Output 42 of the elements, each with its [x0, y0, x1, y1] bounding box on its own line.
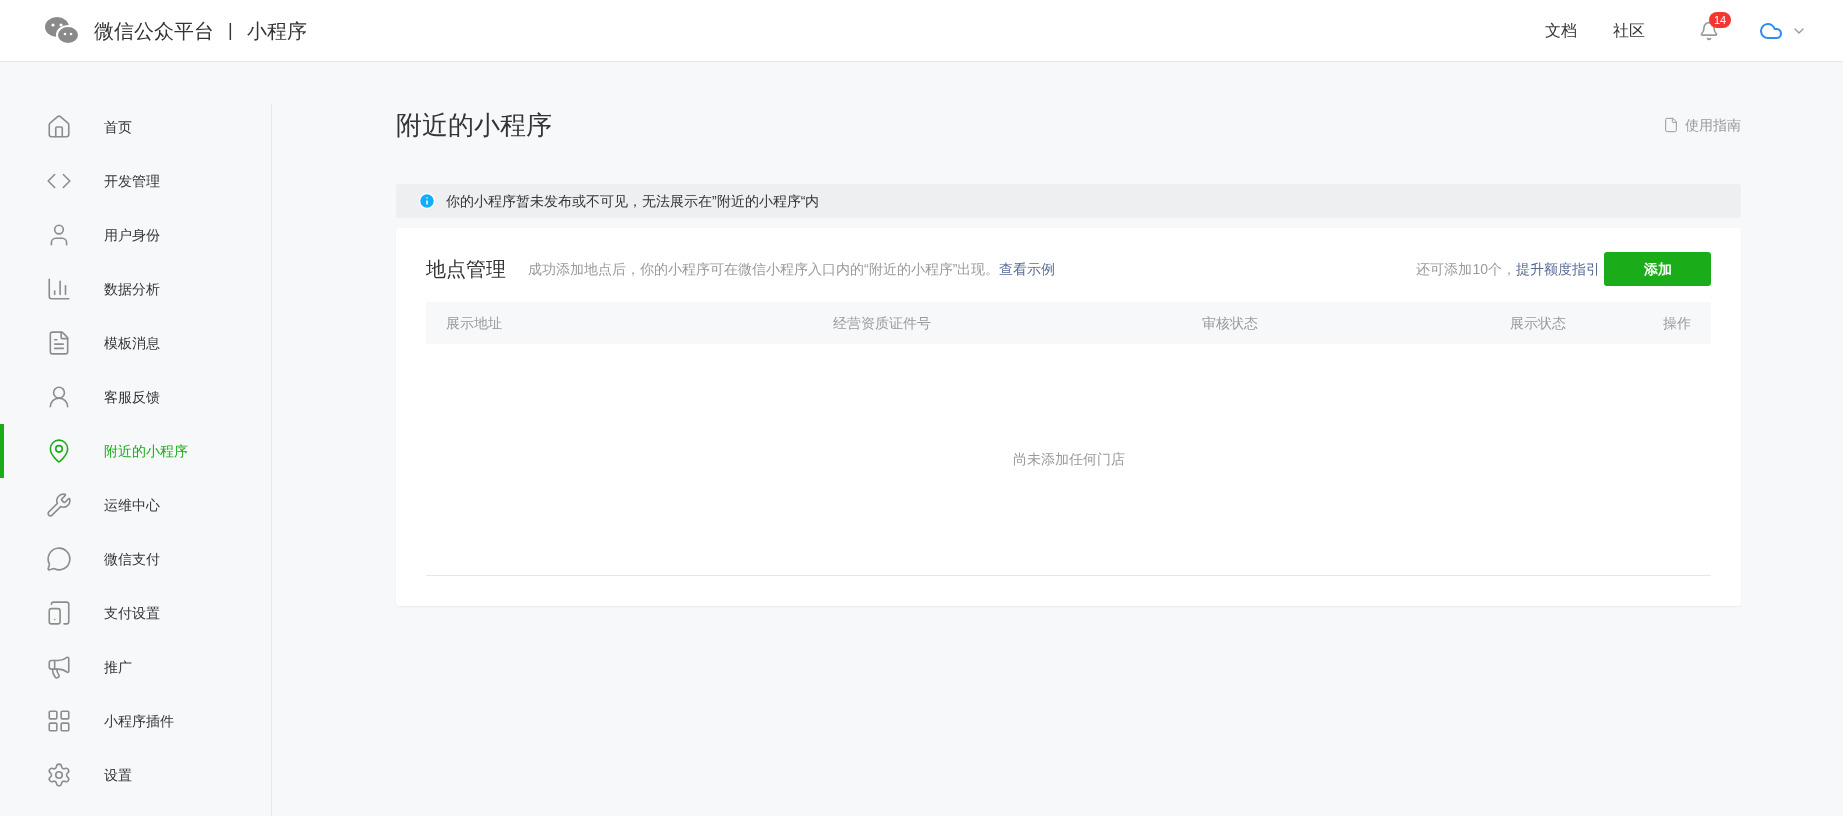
header-link[interactable]: 社区 — [1613, 18, 1645, 43]
wrench-icon — [46, 492, 72, 518]
notification-count: 14 — [1709, 11, 1732, 28]
quota-text: 还可添加10个，提升额度指引 — [1416, 259, 1600, 279]
sidebar-item[interactable]: 首页 — [0, 100, 272, 154]
tablet-icon — [46, 600, 72, 626]
column-header: 经营资质证件号 — [831, 313, 932, 333]
example-link[interactable]: 查看示例 — [999, 260, 1056, 277]
sidebar-item[interactable]: 微信支付 — [0, 532, 272, 586]
sidebar-item[interactable]: 推广 — [0, 640, 272, 694]
product-title: 小程序 — [246, 18, 307, 44]
title-separator: | — [228, 19, 233, 42]
grid-icon — [46, 708, 72, 734]
column-header: 操作 — [1662, 313, 1691, 333]
chat-bubble-icon — [46, 546, 72, 572]
column-header: 展示状态 — [1509, 313, 1567, 333]
card-description: 成功添加地点后，你的小程序可在微信小程序入口内的“附近的小程序”出现。查看示例 — [528, 259, 1056, 279]
page-title: 附近的小程序 — [396, 108, 552, 142]
settings-icon — [46, 762, 72, 788]
sidebar-item[interactable]: 客服反馈 — [0, 370, 272, 424]
bar-chart-icon — [46, 276, 72, 302]
card-title: 地点管理 — [426, 257, 506, 282]
sidebar-item[interactable]: 运维中心 — [0, 478, 272, 532]
sidebar-item[interactable]: 开发管理 — [0, 154, 272, 208]
column-header: 审核状态 — [1201, 313, 1260, 333]
sidebar-item[interactable]: 模板消息 — [0, 316, 272, 370]
column-header: 展示地址 — [446, 313, 503, 333]
sidebar-item[interactable]: 用户身份 — [0, 208, 272, 262]
chat-bubbles-logo-icon — [44, 15, 80, 46]
document-icon — [1663, 117, 1679, 133]
house-icon — [46, 114, 72, 140]
sidebar-item[interactable]: 小程序插件 — [0, 694, 272, 748]
sidebar-item[interactable]: 支付设置 — [0, 586, 272, 640]
notice-text: 你的小程序暂未发布或不可见，无法展示在”附近的小程序“内 — [446, 191, 820, 211]
quota-guide-link[interactable]: 提升额度指引 — [1516, 260, 1600, 277]
empty-table-message: 尚未添加任何门店 — [1012, 450, 1125, 469]
info-icon — [418, 192, 436, 210]
sidebar-item[interactable]: 数据分析 — [0, 262, 272, 316]
megaphone-icon — [46, 654, 72, 680]
header-link[interactable]: 文档 — [1545, 18, 1577, 43]
platform-title: 微信公众平台 — [94, 18, 214, 44]
sidebar-item[interactable]: 设置 — [0, 748, 272, 802]
